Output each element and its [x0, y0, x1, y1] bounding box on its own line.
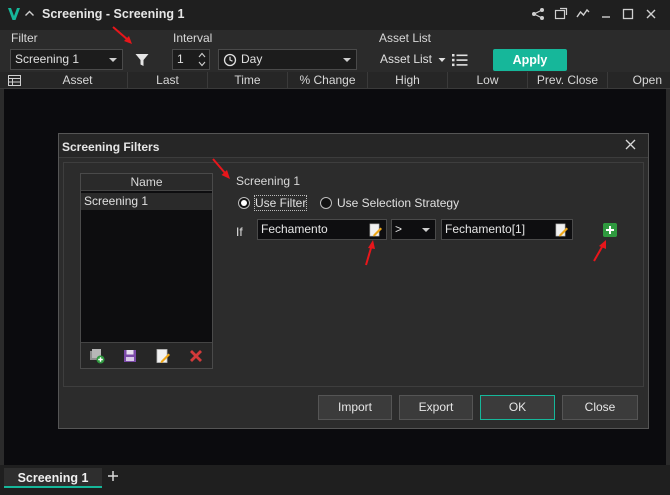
dialog-title: Screening Filters	[62, 140, 160, 154]
collapse-toolbar-icon[interactable]	[24, 8, 35, 19]
interval-label: Interval	[173, 31, 213, 45]
use-filter-radio[interactable]: Use Filter	[238, 195, 308, 211]
use-selection-strategy-label: Use Selection Strategy	[337, 196, 460, 210]
filter-list-toolbar	[81, 342, 212, 368]
save-filter-icon[interactable]	[122, 348, 138, 364]
edit-filter-icon[interactable]	[155, 348, 171, 364]
annotation-arrow-icon	[212, 158, 230, 179]
column-header-asset[interactable]: Asset	[28, 72, 128, 89]
column-header-low[interactable]: Low	[448, 72, 528, 89]
filter-label: Filter	[11, 31, 38, 45]
chevron-down-icon	[109, 58, 117, 62]
close-window-icon[interactable]	[644, 7, 658, 21]
interval-unit-select[interactable]: Day	[218, 49, 357, 70]
use-selection-strategy-radio[interactable]: Use Selection Strategy	[320, 196, 459, 210]
title-bar: Screening - Screening 1	[0, 0, 670, 30]
column-header-row: Asset Last Time % Change High Low Prev. …	[0, 72, 670, 89]
interval-number-stepper[interactable]: 1	[172, 49, 210, 70]
filter-funnel-icon[interactable]	[134, 52, 150, 68]
list-view-icon[interactable]	[452, 53, 468, 67]
chart-link-icon[interactable]	[576, 7, 590, 21]
use-filter-label: Use Filter	[253, 195, 308, 211]
interval-number-value: 1	[177, 52, 184, 66]
right-operand-field[interactable]: Fechamento[1]	[441, 219, 573, 240]
filter-select-value: Screening 1	[15, 52, 80, 66]
asset-list-label: Asset List	[379, 31, 432, 45]
annotation-arrow-icon	[365, 240, 375, 266]
column-header-time[interactable]: Time	[208, 72, 288, 89]
add-tab-icon[interactable]	[106, 469, 120, 483]
edit-expression-icon[interactable]	[555, 223, 569, 237]
filter-list-header: Name	[81, 174, 212, 191]
left-operand-field[interactable]: Fechamento	[257, 219, 387, 240]
right-operand-value: Fechamento[1]	[445, 222, 526, 236]
minimize-icon[interactable]	[599, 7, 613, 21]
dialog-header: Screening Filters	[59, 134, 648, 158]
toolbar: Filter Screening 1 Interval 1 Day Asset …	[0, 30, 670, 72]
chevron-down-icon	[422, 228, 430, 232]
asset-list-button-label: Asset List	[380, 52, 433, 66]
column-settings-icon[interactable]	[8, 75, 21, 86]
maximize-icon[interactable]	[621, 7, 635, 21]
edit-expression-icon[interactable]	[369, 223, 383, 237]
tab-screening-1[interactable]: Screening 1	[4, 468, 102, 488]
clock-icon	[223, 53, 237, 67]
radio-selected-icon	[238, 197, 250, 209]
annotation-arrow-icon	[112, 26, 132, 44]
asset-list-dropdown-button[interactable]: Asset List	[380, 52, 446, 66]
operator-value: >	[395, 222, 403, 236]
window-title: Screening - Screening 1	[42, 7, 185, 21]
radio-unselected-icon	[320, 197, 332, 209]
annotation-arrow-icon	[593, 240, 606, 262]
sheet-tab-bar: Screening 1	[0, 465, 670, 495]
share-icon[interactable]	[531, 7, 545, 21]
column-header-last[interactable]: Last	[128, 72, 208, 89]
caret-down-icon	[438, 57, 446, 62]
delete-filter-icon[interactable]	[188, 348, 204, 364]
dialog-close-icon[interactable]	[625, 139, 636, 150]
interval-unit-value: Day	[241, 52, 263, 66]
filter-list-panel: Name Screening 1	[80, 173, 213, 369]
export-button[interactable]: Export	[399, 395, 473, 420]
detach-window-icon[interactable]	[554, 7, 568, 21]
operator-select[interactable]: >	[391, 219, 436, 240]
add-filter-icon[interactable]	[89, 348, 105, 364]
rule-name-label: Screening 1	[236, 174, 301, 188]
column-header-change[interactable]: % Change	[288, 72, 368, 89]
chevron-down-icon	[343, 58, 351, 62]
list-item[interactable]: Screening 1	[81, 193, 212, 210]
import-button[interactable]: Import	[318, 395, 392, 420]
column-header-high[interactable]: High	[368, 72, 448, 89]
app-logo-icon	[8, 8, 20, 20]
filter-select[interactable]: Screening 1	[10, 49, 123, 70]
if-label: If	[236, 225, 243, 239]
stepper-up-icon[interactable]	[197, 51, 207, 59]
close-button[interactable]: Close	[562, 395, 638, 420]
add-condition-icon[interactable]	[603, 223, 617, 237]
column-header-open[interactable]: Open	[608, 72, 670, 89]
stepper-down-icon[interactable]	[197, 60, 207, 68]
column-header-prev-close[interactable]: Prev. Close	[528, 72, 608, 89]
screening-filters-dialog: Screening Filters Name Screening 1 Scree…	[58, 133, 649, 429]
left-operand-value: Fechamento	[261, 222, 328, 236]
dialog-body: Name Screening 1 Screening 1 Use Filter …	[63, 162, 644, 387]
ok-button[interactable]: OK	[480, 395, 555, 420]
apply-button[interactable]: Apply	[493, 49, 567, 71]
